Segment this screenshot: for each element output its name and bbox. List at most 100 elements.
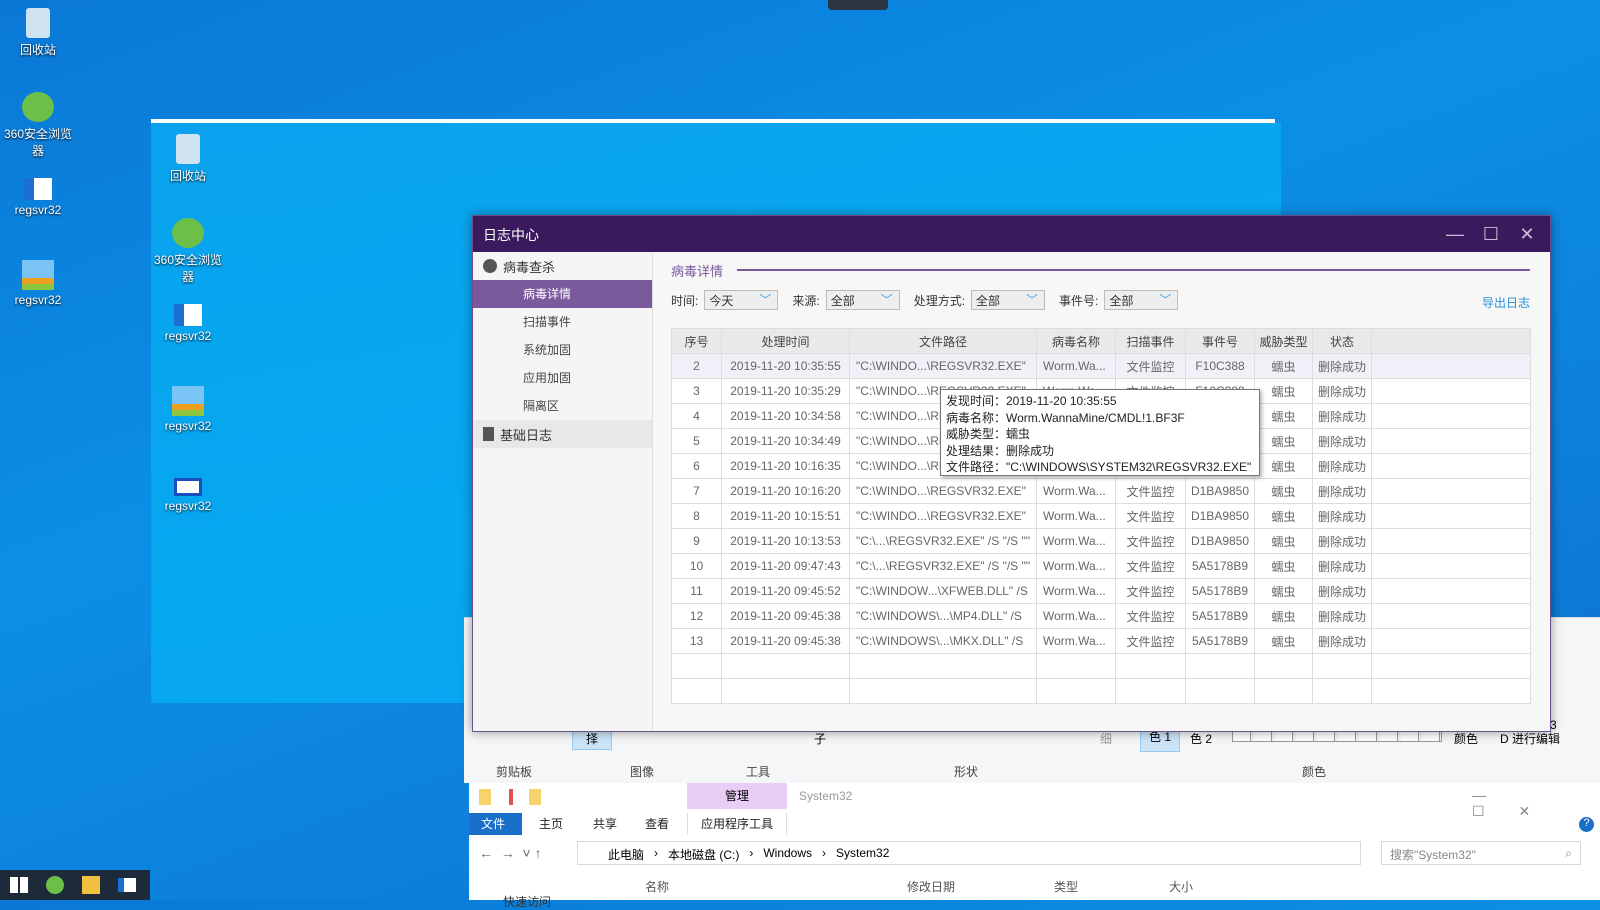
explorer-controls[interactable]: —☐✕ (1472, 787, 1600, 820)
column-header[interactable]: 状态 (1312, 328, 1372, 354)
desktop-icon-regsvr32[interactable]: regsvr32 (0, 178, 78, 217)
column-header[interactable]: 文件路径 (849, 328, 1037, 354)
col-type[interactable]: 类型 (1054, 878, 1078, 895)
nav-buttons[interactable]: ← → ˅ ↑ (479, 845, 542, 861)
sidebar-item-quarantine[interactable]: 隔离区 (473, 392, 652, 420)
column-header[interactable]: 序号 (671, 328, 722, 354)
tab-view[interactable]: 查看 (633, 813, 681, 835)
sidebar-group-basic-logs[interactable]: 基础日志 (473, 420, 652, 448)
minimize-button[interactable]: — (1442, 222, 1468, 246)
tab-file[interactable]: 文件 (469, 813, 522, 835)
tooltip-threat-type: 威胁类型：蠕虫 (946, 427, 1031, 441)
table-cell: 2019-11-20 10:35:55 (721, 353, 850, 379)
edit-colors-button[interactable]: 颜色 (1454, 730, 1478, 747)
quick-access-item[interactable]: 快速访问 (503, 893, 551, 910)
table-cell: 5A5178B9 (1185, 603, 1255, 629)
sidebar-group-virus[interactable]: 病毒查杀 (473, 252, 652, 280)
file-explorer-icon[interactable] (82, 876, 100, 894)
archive-icon (22, 260, 54, 290)
sidebar-item-system-hardening[interactable]: 系统加固 (473, 336, 652, 364)
search-input[interactable]: 搜索"System32" ⌕ (1381, 841, 1581, 865)
title-bar[interactable]: 日志中心 — ☐ ✕ (473, 216, 1550, 252)
sidebar-item-app-hardening[interactable]: 应用加固 (473, 364, 652, 392)
row-tooltip: 发现时间：2019-11-20 10:35:55 病毒名称：Worm.Wanna… (940, 389, 1260, 476)
quick-access-toolbar[interactable] (479, 789, 559, 805)
table-cell: 蠕虫 (1254, 603, 1313, 629)
table-cell: 2019-11-20 09:45:38 (721, 603, 850, 629)
table-cell: 6 (671, 453, 722, 479)
help-icon[interactable]: ? (1579, 817, 1594, 832)
breadcrumb-c-drive[interactable]: 本地磁盘 (C:) (668, 846, 739, 864)
brush-button[interactable]: 子 (814, 730, 826, 747)
size-button[interactable]: 细 (1100, 730, 1112, 747)
col-modified[interactable]: 修改日期 (907, 878, 955, 895)
table-cell-filler (1371, 603, 1531, 629)
maximize-button[interactable]: ☐ (1478, 222, 1504, 246)
column-header[interactable]: 病毒名称 (1036, 328, 1116, 354)
edit-3d-button[interactable]: D 进行编辑 (1500, 730, 1560, 747)
table-cell-filler (1371, 578, 1531, 604)
manage-tab[interactable]: 管理 (687, 783, 787, 809)
table-cell (1254, 653, 1313, 679)
tab-home[interactable]: 主页 (527, 813, 575, 835)
ie-browser-icon[interactable] (46, 876, 64, 894)
sidebar-item-virus-details[interactable]: 病毒详情 (473, 280, 652, 308)
section-title: 病毒详情 (671, 264, 724, 279)
filter-event-select[interactable]: 全部 ﹀ (1104, 290, 1179, 310)
inner-icon-regsvr32-archive[interactable]: regsvr32 (148, 386, 228, 433)
table-row[interactable]: 13 2019-11-20 09:45:38 "C:\WINDOWS\...\MKX… (671, 628, 1531, 654)
export-log-link[interactable]: 导出日志 (1482, 294, 1530, 311)
table-cell (1185, 653, 1255, 679)
archive-icon (172, 386, 204, 416)
close-button[interactable]: ✕ (1514, 222, 1540, 246)
table-row[interactable]: 7 2019-11-20 10:16:20 "C:\WINDO...\REGSVR3… (671, 478, 1531, 504)
inner-icon-360-browser[interactable]: 360安全浏览器 (148, 218, 228, 285)
table-cell: 12 (671, 603, 722, 629)
inner-icon-recycle-bin[interactable]: 回收站 (148, 134, 228, 184)
color2-button[interactable]: 色 2 (1190, 730, 1212, 747)
table-row[interactable]: 2 2019-11-20 10:35:55 "C:\WINDO...\REGSVR3… (671, 353, 1531, 379)
col-size[interactable]: 大小 (1169, 878, 1193, 895)
table-row[interactable]: 8 2019-11-20 10:15:51 "C:\WINDO...\REGSVR3… (671, 503, 1531, 529)
windows-start-icon[interactable] (10, 877, 28, 893)
breadcrumb-this-pc[interactable]: 此电脑 (608, 846, 644, 864)
column-header[interactable]: 处理时间 (721, 328, 850, 354)
sidebar-item-scan-events[interactable]: 扫描事件 (473, 308, 652, 336)
column-header[interactable]: 扫描事件 (1115, 328, 1186, 354)
table-cell (1115, 653, 1186, 679)
table-cell-filler (1371, 503, 1531, 529)
breadcrumb-system32[interactable]: System32 (836, 846, 889, 864)
remote-toolbar-handle[interactable] (828, 0, 888, 10)
address-bar[interactable]: 此电脑 › 本地磁盘 (C:) › Windows › System32 (577, 841, 1361, 865)
inner-icon-regsvr32[interactable]: regsvr32 (148, 304, 228, 343)
tab-app-tools[interactable]: 应用程序工具 (687, 813, 787, 835)
table-cell: 蠕虫 (1254, 578, 1313, 604)
column-header[interactable]: 威胁类型 (1254, 328, 1313, 354)
desktop-icon-recycle-bin[interactable]: 回收站 (0, 8, 78, 58)
table-row[interactable]: 10 2019-11-20 09:47:43 "C:\...\REGSVR32.EX… (671, 553, 1531, 579)
tab-share[interactable]: 共享 (581, 813, 629, 835)
group-clipboard: 剪贴板 (496, 765, 533, 779)
virus-log-table: 序号 处理时间 文件路径 病毒名称 扫描事件 事件号 威胁类型 状态 2 2019-11-20 … (671, 328, 1531, 704)
table-cell (1185, 678, 1255, 704)
inner-icon-regsvr32-card[interactable]: regsvr32 (148, 478, 228, 513)
breadcrumb-windows[interactable]: Windows (763, 846, 812, 864)
filter-source-select[interactable]: 全部 ﹀ (825, 290, 900, 310)
table-cell: 删除成功 (1312, 478, 1372, 504)
table-cell: Worm.Wa... (1036, 578, 1116, 604)
filter-action-select[interactable]: 全部 ﹀ (971, 290, 1046, 310)
desktop-icon-regsvr32-archive[interactable]: regsvr32 (0, 260, 78, 307)
table-cell: 2019-11-20 10:16:35 (721, 453, 850, 479)
table-row[interactable]: 9 2019-11-20 10:13:53 "C:\...\REGSVR32.EXE… (671, 528, 1531, 554)
section-divider (737, 269, 1530, 271)
table-cell: 3 (671, 378, 722, 404)
table-row[interactable]: 12 2019-11-20 09:45:38 "C:\WINDOWS\...\MP4… (671, 603, 1531, 629)
desktop-icon-360-browser[interactable]: 360安全浏览器 (0, 92, 78, 159)
table-cell: 2019-11-20 09:47:43 (721, 553, 850, 579)
col-name[interactable]: 名称 (645, 878, 669, 895)
app-window-icon[interactable] (118, 878, 136, 892)
column-header[interactable]: 事件号 (1185, 328, 1255, 354)
chevron-down-icon: ﹀ (1159, 293, 1172, 307)
filter-time-select[interactable]: 今天 ﹀ (704, 290, 779, 310)
table-row[interactable]: 11 2019-11-20 09:45:52 "C:\WINDOW...\XFWEB… (671, 578, 1531, 604)
